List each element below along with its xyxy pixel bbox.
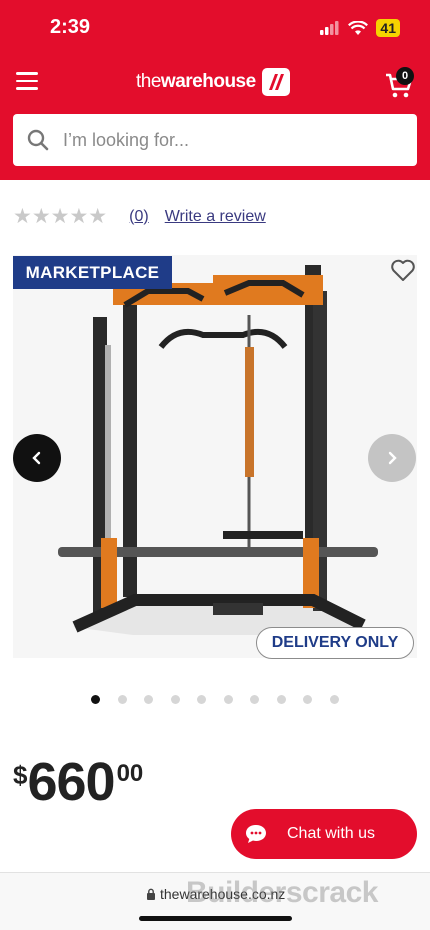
delivery-only-badge: DELIVERY ONLY xyxy=(256,627,414,659)
wishlist-heart-icon[interactable] xyxy=(390,258,416,282)
wifi-icon xyxy=(348,20,369,35)
chat-with-us-button[interactable]: Chat with us xyxy=(231,809,417,859)
logo-text: thewarehouse xyxy=(136,71,256,92)
signal-icon xyxy=(320,21,339,35)
logo-mark-icon xyxy=(261,68,290,96)
logo[interactable]: thewarehouse xyxy=(136,68,290,96)
search-placeholder: I’m looking for... xyxy=(63,129,190,150)
lock-icon xyxy=(147,888,155,900)
pagination-dot[interactable] xyxy=(144,695,153,704)
cart-count-badge: 0 xyxy=(396,67,414,85)
price-dollars: 660 xyxy=(27,752,115,812)
review-count-link[interactable]: (0) xyxy=(129,208,149,226)
price-cents: 00 xyxy=(116,760,144,787)
pagination-dot[interactable] xyxy=(91,695,100,704)
write-review-link[interactable]: Write a review xyxy=(165,208,266,226)
previous-image-button[interactable] xyxy=(13,434,61,482)
chevron-right-icon xyxy=(388,451,397,465)
rating-row: ★★★★★ (0) Write a review xyxy=(13,204,266,229)
next-image-button[interactable] xyxy=(368,434,416,482)
rating-stars: ★★★★★ xyxy=(13,205,108,228)
chevron-left-icon xyxy=(32,451,41,465)
home-indicator[interactable] xyxy=(139,916,292,921)
battery-indicator: 41 xyxy=(376,19,400,37)
pagination-dot[interactable] xyxy=(170,695,180,704)
pagination-dot[interactable] xyxy=(223,695,233,704)
pagination-dot[interactable] xyxy=(117,695,127,704)
search-icon xyxy=(27,129,49,151)
pagination-dot[interactable] xyxy=(250,695,259,704)
product-image[interactable] xyxy=(13,255,417,658)
price: $ 660 00 xyxy=(13,752,143,812)
status-time: 2:39 xyxy=(50,16,91,38)
watermark: Builderscrack xyxy=(186,876,378,909)
menu-icon[interactable] xyxy=(16,72,38,90)
pagination-dot[interactable] xyxy=(303,695,312,704)
search-input[interactable]: I’m looking for... xyxy=(13,114,417,166)
pagination-dot[interactable] xyxy=(276,695,286,704)
status-icons: 41 xyxy=(320,19,400,37)
image-pagination xyxy=(91,695,339,704)
chat-label: Chat with us xyxy=(287,825,376,842)
pagination-dot[interactable] xyxy=(197,695,206,704)
chat-bubble-icon xyxy=(246,825,266,843)
pagination-dot[interactable] xyxy=(329,695,339,704)
price-currency: $ xyxy=(13,760,28,790)
marketplace-badge: MARKETPLACE xyxy=(13,256,172,289)
